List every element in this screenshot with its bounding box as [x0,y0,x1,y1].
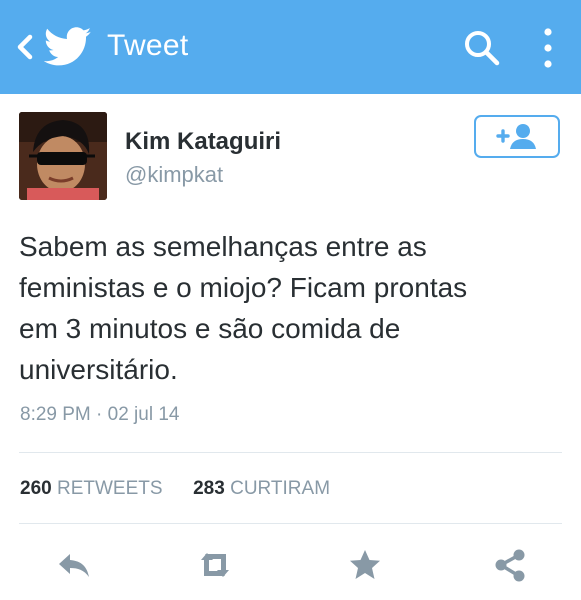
share-icon[interactable] [490,545,530,585]
page-title: Tweet [107,29,189,62]
author-name[interactable]: Kim Kataguiri [125,128,281,156]
tweet-stats: 260 RETWEETS 283 CURTIRAM [20,478,330,500]
tweet-line: em 3 minutos e são comida de [19,313,401,344]
add-user-icon [496,124,536,149]
follow-button[interactable] [474,115,560,158]
avatar-image [19,112,107,200]
reply-icon[interactable] [54,545,94,585]
divider [19,523,562,524]
retweet-label[interactable]: RETWEETS [57,478,163,499]
vertical-ellipsis-icon[interactable] [540,26,556,70]
retweet-count[interactable]: 260 [20,478,52,499]
tweet-text: Sabem as semelhanças entre as feministas… [19,226,564,390]
tweet-line: Sabem as semelhanças entre as [19,231,427,262]
retweet-icon[interactable] [195,545,235,585]
twitter-bird-icon [44,27,92,66]
tweet-line: universitário. [19,354,178,385]
like-label[interactable]: CURTIRAM [230,478,330,499]
search-icon[interactable] [462,28,502,68]
tweet-line: feministas e o miojo? Ficam prontas [19,272,468,303]
tweet-timestamp: 8:29 PM · 02 jul 14 [20,404,180,425]
top-app-bar: Tweet [0,0,581,94]
divider [19,452,562,453]
avatar[interactable] [19,112,107,200]
author-handle[interactable]: @kimpkat [125,162,223,188]
star-icon[interactable] [345,545,385,585]
chevron-left-icon[interactable] [14,32,36,62]
like-count[interactable]: 283 [193,478,225,499]
